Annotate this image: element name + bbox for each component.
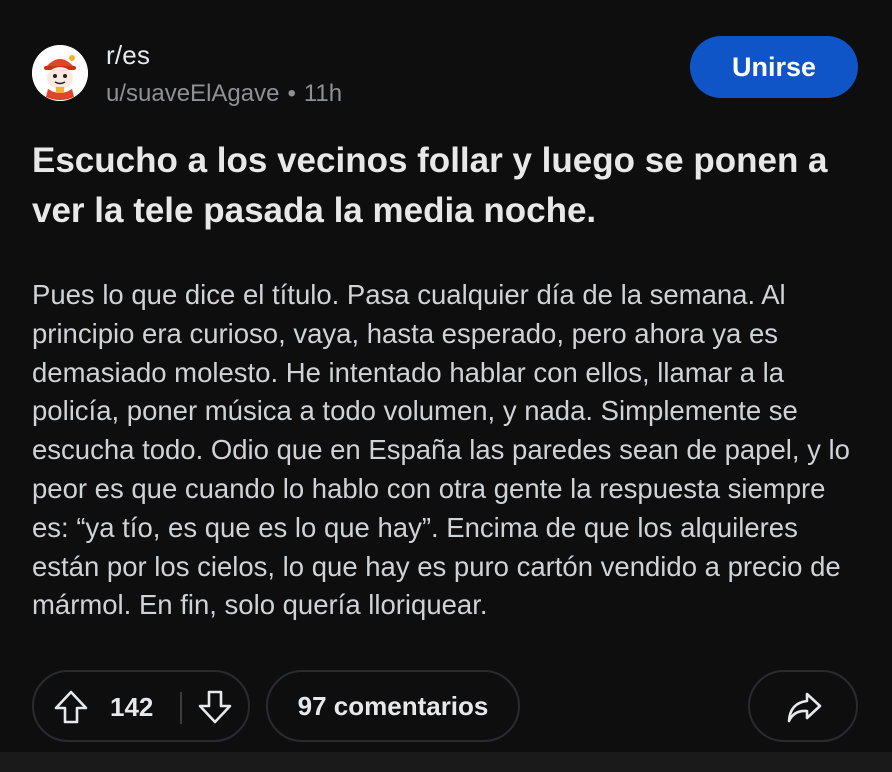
share-arrow-icon: [784, 688, 824, 726]
post-header: r/es u/suaveElAgave • 11h Unirse: [28, 36, 864, 112]
post-meta: u/suaveElAgave • 11h: [106, 80, 342, 108]
post-body[interactable]: Pues lo que dice el título. Pasa cualqui…: [32, 276, 864, 625]
post-card: r/es u/suaveElAgave • 11h Unirse Escucho a…: [0, 0, 892, 752]
meta-separator: •: [287, 80, 296, 107]
join-button[interactable]: Unirse: [690, 36, 858, 98]
post-title[interactable]: Escucho a los vecinos follar y luego se …: [32, 136, 862, 236]
downvote-arrow-icon[interactable]: [196, 688, 234, 726]
post-actions: 142 97 comentarios: [32, 670, 860, 744]
upvote-arrow-icon[interactable]: [52, 688, 90, 726]
author-name[interactable]: u/suaveElAgave: [106, 80, 279, 107]
vote-divider: [180, 692, 182, 724]
share-button[interactable]: [748, 670, 858, 742]
comments-button[interactable]: 97 comentarios: [266, 670, 520, 742]
subreddit-avatar-icon[interactable]: [32, 45, 88, 101]
vote-count: 142: [110, 692, 154, 722]
subreddit-name[interactable]: r/es: [106, 40, 150, 71]
bottom-strip: [0, 752, 892, 772]
post-age: 11h: [303, 80, 343, 107]
vote-control: 142: [32, 670, 250, 742]
